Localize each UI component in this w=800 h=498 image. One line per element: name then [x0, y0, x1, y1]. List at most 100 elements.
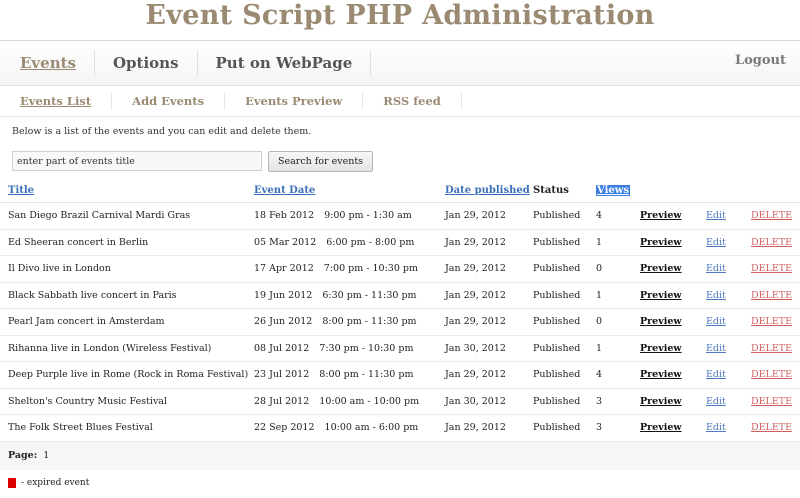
legend: - expired event [0, 470, 800, 488]
edit-link[interactable]: Edit [706, 263, 726, 274]
subnav-events-list[interactable]: Events List [0, 92, 113, 110]
status: Published [533, 229, 596, 256]
date-published: Jan 30, 2012 [445, 388, 533, 415]
subnav-add-events[interactable]: Add Events [112, 92, 226, 110]
date-published: Jan 29, 2012 [445, 414, 533, 442]
status: Published [533, 202, 596, 230]
status: Published [533, 255, 596, 283]
date-published: Jan 29, 2012 [445, 308, 533, 336]
expired-swatch [8, 477, 16, 488]
event-title: Il Divo live in London [0, 255, 254, 283]
edit-link[interactable]: Edit [706, 343, 726, 354]
preview-link[interactable]: Preview [640, 343, 682, 354]
event-date: 26 Jun 2012 8:00 pm - 11:30 pm [254, 308, 445, 336]
delete-link[interactable]: DELETE [751, 422, 792, 433]
delete-link[interactable]: DELETE [751, 369, 792, 380]
date-published: Jan 29, 2012 [445, 202, 533, 230]
pager-label: Page: [8, 450, 38, 461]
event-time: 10:00 am - 10:00 pm [319, 395, 420, 407]
event-time: 6:30 pm - 11:30 pm [322, 289, 417, 301]
event-date: 17 Apr 2012 7:00 pm - 10:30 pm [254, 255, 445, 283]
event-date: 08 Jul 2012 7:30 pm - 10:30 pm [254, 335, 445, 362]
search-row: Search for events [0, 142, 800, 174]
edit-link[interactable]: Edit [706, 316, 726, 327]
search-button[interactable]: Search for events [268, 150, 374, 172]
status: Published [533, 308, 596, 336]
delete-link[interactable]: DELETE [751, 290, 792, 301]
page-title: Event Script PHP Administration [145, 0, 655, 31]
event-title: The Folk Street Blues Festival [0, 414, 254, 442]
views-count: 3 [596, 388, 640, 415]
event-title: Ed Sheeran concert in Berlin [0, 229, 254, 256]
subnav-rss-feed[interactable]: RSS feed [363, 92, 462, 110]
date-published: Jan 29, 2012 [445, 361, 533, 389]
nav-options[interactable]: Options [95, 50, 198, 76]
event-title: San Diego Brazil Carnival Mardi Gras [0, 202, 254, 230]
date-published: Jan 29, 2012 [445, 282, 533, 309]
preview-link[interactable]: Preview [640, 422, 682, 433]
event-time: 7:30 pm - 10:30 pm [319, 342, 414, 354]
event-time: 9:00 pm - 1:30 am [324, 210, 412, 222]
event-title: Rihanna live in London (Wireless Festiva… [0, 335, 254, 362]
header-status: Status [533, 178, 596, 203]
edit-link[interactable]: Edit [706, 369, 726, 380]
header-blank-3 [751, 178, 800, 203]
date-published: Jan 30, 2012 [445, 335, 533, 362]
views-count: 1 [596, 229, 640, 256]
delete-link[interactable]: DELETE [751, 316, 792, 327]
delete-link[interactable]: DELETE [751, 210, 792, 221]
header-event-date[interactable]: Event Date [254, 178, 445, 203]
preview-link[interactable]: Preview [640, 290, 682, 301]
views-count: 4 [596, 202, 640, 230]
nav-events[interactable]: Events [0, 50, 95, 76]
views-count: 0 [596, 308, 640, 336]
event-date: 05 Mar 2012 6:00 pm - 8:00 pm [254, 229, 445, 256]
preview-link[interactable]: Preview [640, 237, 682, 248]
table-header-row: Title Event Date Date published Status V… [0, 178, 800, 203]
event-time: 8:00 pm - 11:30 pm [322, 316, 417, 328]
logout-link[interactable]: Logout [735, 53, 786, 68]
main-nav: Events Options Put on WebPage Logout [0, 40, 800, 86]
preview-link[interactable]: Preview [640, 369, 682, 380]
search-input[interactable] [12, 151, 262, 171]
event-date: 19 Jun 2012 6:30 pm - 11:30 pm [254, 282, 445, 309]
table-row: Rihanna live in London (Wireless Festiva… [0, 335, 800, 362]
table-row: San Diego Brazil Carnival Mardi Gras 18 F… [0, 202, 800, 230]
delete-link[interactable]: DELETE [751, 396, 792, 407]
event-time: 7:00 pm - 10:30 pm [323, 263, 418, 275]
header-views[interactable]: Views [596, 178, 640, 203]
nav-put-on-webpage[interactable]: Put on WebPage [198, 50, 372, 76]
views-count: 3 [596, 414, 640, 442]
intro-text: Below is a list of the events and you ca… [12, 126, 312, 137]
preview-link[interactable]: Preview [640, 263, 682, 274]
views-count: 1 [596, 335, 640, 362]
table-row: Pearl Jam concert in Amsterdam 26 Jun 201… [0, 308, 800, 336]
event-title: Black Sabbath live concert in Paris [0, 282, 254, 309]
date-published: Jan 29, 2012 [445, 229, 533, 256]
events-table: Title Event Date Date published Status V… [0, 178, 800, 442]
edit-link[interactable]: Edit [706, 396, 726, 407]
delete-link[interactable]: DELETE [751, 343, 792, 354]
header-blank-2 [706, 178, 751, 203]
preview-link[interactable]: Preview [640, 210, 682, 221]
header-blank-1 [640, 178, 706, 203]
delete-link[interactable]: DELETE [751, 263, 792, 274]
pager-current[interactable]: 1 [43, 450, 49, 461]
edit-link[interactable]: Edit [706, 290, 726, 301]
table-row: Shelton's Country Music Festival 28 Jul 2… [0, 388, 800, 415]
views-count: 1 [596, 282, 640, 309]
header-title[interactable]: Title [0, 178, 254, 203]
preview-link[interactable]: Preview [640, 316, 682, 327]
header-date-published[interactable]: Date published [445, 178, 533, 203]
edit-link[interactable]: Edit [706, 237, 726, 248]
table-row: Deep Purple live in Rome (Rock in Roma F… [0, 361, 800, 389]
subnav-events-preview[interactable]: Events Preview [225, 92, 364, 110]
edit-link[interactable]: Edit [706, 422, 726, 433]
preview-link[interactable]: Preview [640, 396, 682, 407]
event-time: 8:00 pm - 11:30 pm [319, 369, 414, 381]
pager: Page: 1 [0, 441, 800, 470]
legend-text: - expired event [21, 477, 90, 488]
table-row: The Folk Street Blues Festival 22 Sep 201… [0, 414, 800, 442]
delete-link[interactable]: DELETE [751, 237, 792, 248]
edit-link[interactable]: Edit [706, 210, 726, 221]
